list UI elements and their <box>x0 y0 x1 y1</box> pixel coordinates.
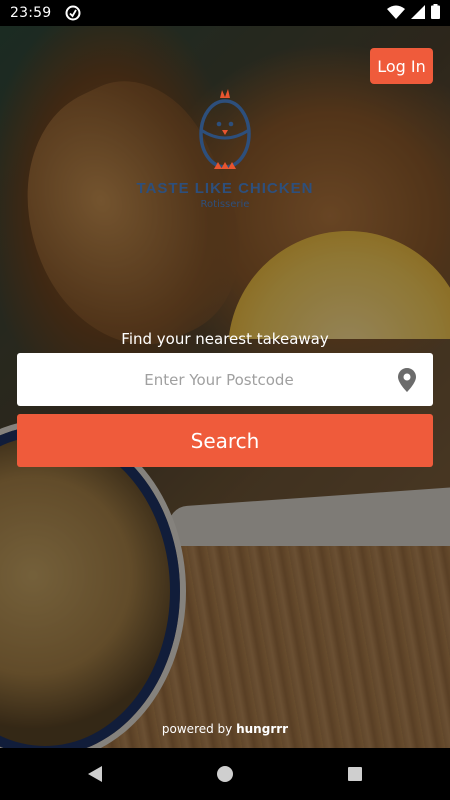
wifi-icon <box>387 5 405 22</box>
recents-icon[interactable] <box>340 759 370 789</box>
status-time: 23:59 <box>10 5 52 21</box>
search-prompt: Find your nearest takeaway <box>121 330 329 348</box>
home-icon[interactable] <box>210 759 240 789</box>
back-icon[interactable] <box>80 759 110 789</box>
navigation-bar <box>0 748 450 800</box>
postcode-field <box>17 353 433 406</box>
logo-sub-text: Rotisserie <box>200 199 250 210</box>
powered-by-brand: hungrrr <box>236 722 289 736</box>
search-button[interactable]: Search <box>17 414 433 467</box>
logo-brand-text: TASTE LIKE CHICKEN <box>136 180 314 197</box>
restaurant-logo: TASTE LIKE CHICKEN Rotisserie <box>0 86 450 210</box>
login-button[interactable]: Log In <box>370 48 433 84</box>
chicken-logo-icon <box>199 89 251 169</box>
signal-icon <box>411 4 425 22</box>
location-pin-icon[interactable] <box>381 353 433 406</box>
powered-by-footer: powered by hungrrr <box>0 722 450 736</box>
app-status-icon <box>65 5 81 21</box>
powered-by-label: powered by <box>161 722 233 736</box>
postcode-input[interactable] <box>17 353 381 406</box>
status-bar: 23:59 <box>0 0 450 26</box>
battery-icon <box>431 4 440 22</box>
